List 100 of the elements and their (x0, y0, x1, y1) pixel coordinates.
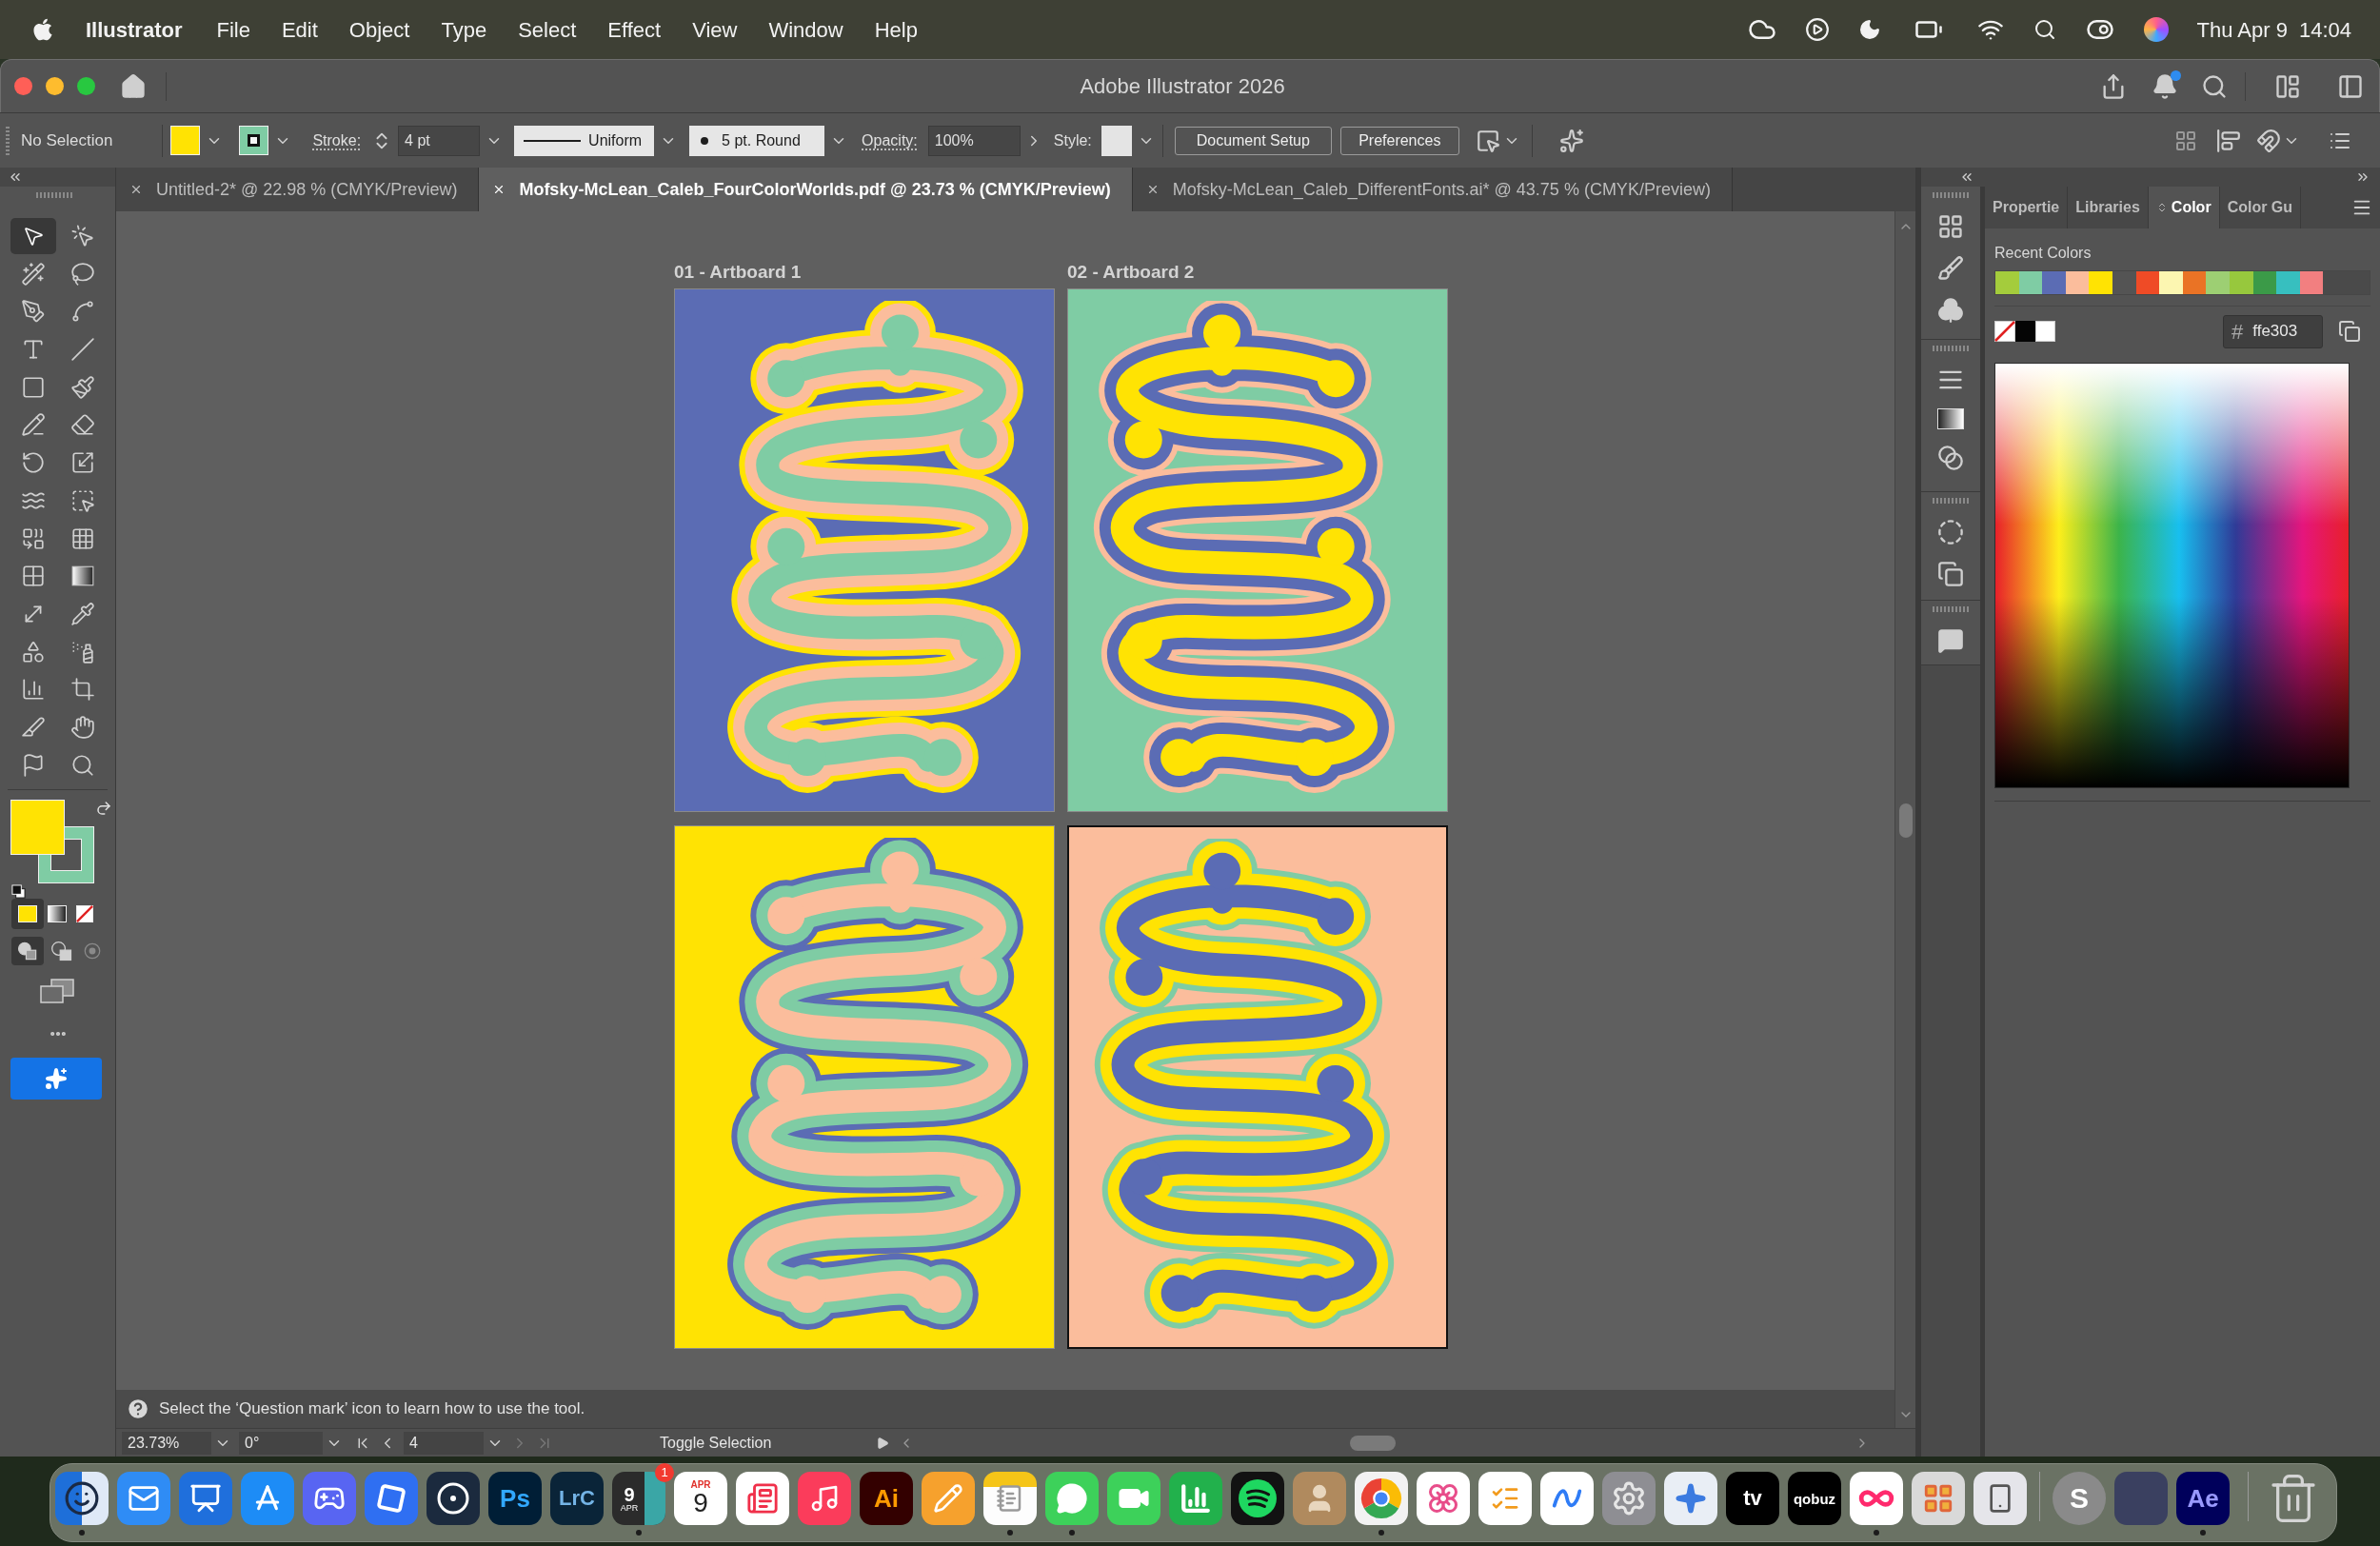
flower-icon[interactable] (1417, 1472, 1470, 1525)
sparkle-icon[interactable] (1664, 1472, 1717, 1525)
stroke-color-swatch[interactable] (239, 126, 269, 155)
eraser-icon[interactable] (70, 412, 95, 438)
overlapping-circles-icon[interactable] (1937, 445, 1964, 471)
app-tile-button[interactable]: Ps (488, 1472, 542, 1525)
hex-field[interactable]: # ffe303 (2223, 314, 2323, 348)
flag-icon[interactable] (21, 752, 46, 778)
rectangle-icon[interactable] (21, 374, 46, 400)
smartphone-icon[interactable] (1973, 1472, 2027, 1525)
app-tile-button[interactable]: Ai (860, 1472, 913, 1525)
bell-icon[interactable] (2152, 72, 2178, 100)
swatch-icon[interactable] (2015, 321, 2035, 342)
drag-handle-icon[interactable] (1933, 346, 1969, 351)
lasso-icon[interactable] (70, 261, 95, 287)
person-icon[interactable] (1293, 1472, 1346, 1525)
scale-icon[interactable] (70, 450, 95, 476)
smiling-face-icon[interactable] (55, 1472, 109, 1525)
overlap-shapes-icon[interactable] (50, 939, 74, 962)
drag-handle-icon[interactable] (36, 192, 72, 198)
menu-item[interactable]: View (692, 13, 738, 46)
app-tile-button[interactable]: tv (1726, 1472, 1779, 1525)
close-window-button[interactable] (14, 77, 32, 95)
default-colors-icon[interactable] (11, 883, 26, 899)
play-icon[interactable] (876, 1436, 890, 1450)
newspaper-icon[interactable] (736, 1472, 789, 1525)
color-swatch[interactable] (2135, 271, 2160, 294)
gear-icon[interactable] (1602, 1472, 1656, 1525)
panel-tab[interactable]: Color (2148, 187, 2220, 228)
overlapping-squares-icon[interactable] (1937, 561, 1964, 587)
panel-tab[interactable]: Propertie (1985, 187, 2069, 228)
paintbrush-icon[interactable] (70, 374, 95, 400)
pointer-square-icon[interactable] (1475, 128, 1500, 153)
drag-handle-icon[interactable] (1933, 498, 1969, 504)
pen-nib-icon[interactable] (21, 299, 46, 325)
style-swatch[interactable] (1101, 125, 1132, 156)
close-icon[interactable] (129, 183, 143, 196)
toolbar-button[interactable]: Preferences (1339, 126, 1459, 155)
brush-dropdown[interactable]: 5 pt. Round (689, 125, 825, 156)
menu-item[interactable]: Help (874, 13, 918, 46)
infinity-icon[interactable] (1850, 1472, 1903, 1525)
app-tile-button[interactable]: Ae (2176, 1472, 2230, 1525)
color-swatch[interactable] (2276, 271, 2300, 294)
slash-line-icon[interactable] (70, 337, 95, 363)
bar-chart-icon[interactable] (21, 677, 46, 703)
drag-handle-icon[interactable] (6, 126, 10, 155)
drag-handle-icon[interactable] (1933, 606, 1969, 612)
speech-bubble-icon[interactable] (1937, 627, 1964, 654)
overlap-shapes-icon[interactable] (11, 936, 44, 965)
stroke-weight-field[interactable]: 4 pt (398, 125, 481, 156)
brush-icon[interactable] (1937, 255, 1964, 282)
color-swatch[interactable] (2018, 271, 2043, 294)
status-tool-menu[interactable]: Toggle Selection (660, 1431, 772, 1455)
music-note-icon[interactable] (798, 1472, 851, 1525)
circle-waves-icon[interactable] (1231, 1472, 1284, 1525)
fill-stroke-swatches-icon[interactable] (10, 799, 94, 883)
hand-icon[interactable] (70, 714, 95, 740)
color-swatch[interactable] (2182, 271, 2207, 294)
bar-chart-icon[interactable] (1169, 1472, 1222, 1525)
gradient-square-icon[interactable] (1937, 408, 1964, 429)
scrollbar-thumb[interactable] (1350, 1435, 1397, 1451)
rotate-arrow-icon[interactable] (21, 450, 46, 476)
zoom-field[interactable]: 23.73% (122, 1431, 211, 1455)
scrollbar-thumb[interactable] (1898, 803, 1913, 838)
moon-icon[interactable] (1857, 18, 1881, 41)
document-tab[interactable]: Mofsky-McLean_Caleb_FourColorWorlds.pdf @ 23.73 % (CMYK/Preview) (479, 168, 1133, 211)
color-spectrum[interactable] (1994, 363, 2350, 788)
shapes-icon[interactable] (21, 639, 46, 664)
checklist-icon[interactable] (1478, 1472, 1532, 1525)
pencil-icon[interactable] (21, 412, 46, 438)
squiggle-icon[interactable] (1540, 1472, 1594, 1525)
color-mode-icon[interactable] (11, 898, 44, 929)
app-tile-button[interactable]: APR 9 (674, 1472, 727, 1525)
grid-icon[interactable] (2174, 129, 2197, 152)
overlapping-squares-icon[interactable] (2338, 320, 2361, 343)
color-swatch[interactable] (2112, 271, 2136, 294)
zoom-window-button[interactable] (77, 77, 95, 95)
toolbar-button[interactable]: Document Setup (1174, 126, 1332, 155)
app-menu[interactable]: Illustrator (86, 13, 183, 46)
dashed-circle-icon[interactable] (1937, 519, 1964, 545)
vertical-scrollbar[interactable] (1894, 211, 1915, 1428)
opacity-field[interactable]: 100% (927, 125, 1021, 156)
grid-icon[interactable] (70, 525, 95, 551)
curved-arrow-icon[interactable] (95, 799, 112, 817)
color-swatch[interactable] (2042, 271, 2066, 294)
stacked-windows-icon[interactable] (40, 978, 74, 1003)
video-camera-icon[interactable] (1107, 1472, 1160, 1525)
dashed-square-pointer-icon[interactable] (70, 487, 95, 513)
time-text[interactable]: 14:04 (2298, 13, 2351, 46)
search-icon[interactable] (2201, 72, 2228, 100)
menu-item[interactable]: Effect (607, 13, 662, 46)
play-circle-icon[interactable] (1804, 17, 1830, 42)
square-grid-icon[interactable] (21, 564, 46, 589)
knife-icon[interactable] (21, 714, 46, 740)
menu-item[interactable]: Type (441, 13, 487, 46)
eyedropper-icon[interactable] (70, 601, 95, 626)
squares-arrow-icon[interactable] (21, 525, 46, 551)
home-icon[interactable] (120, 72, 147, 100)
rotation-field[interactable]: 0° (239, 1431, 323, 1455)
menu-item[interactable]: Object (348, 13, 410, 46)
